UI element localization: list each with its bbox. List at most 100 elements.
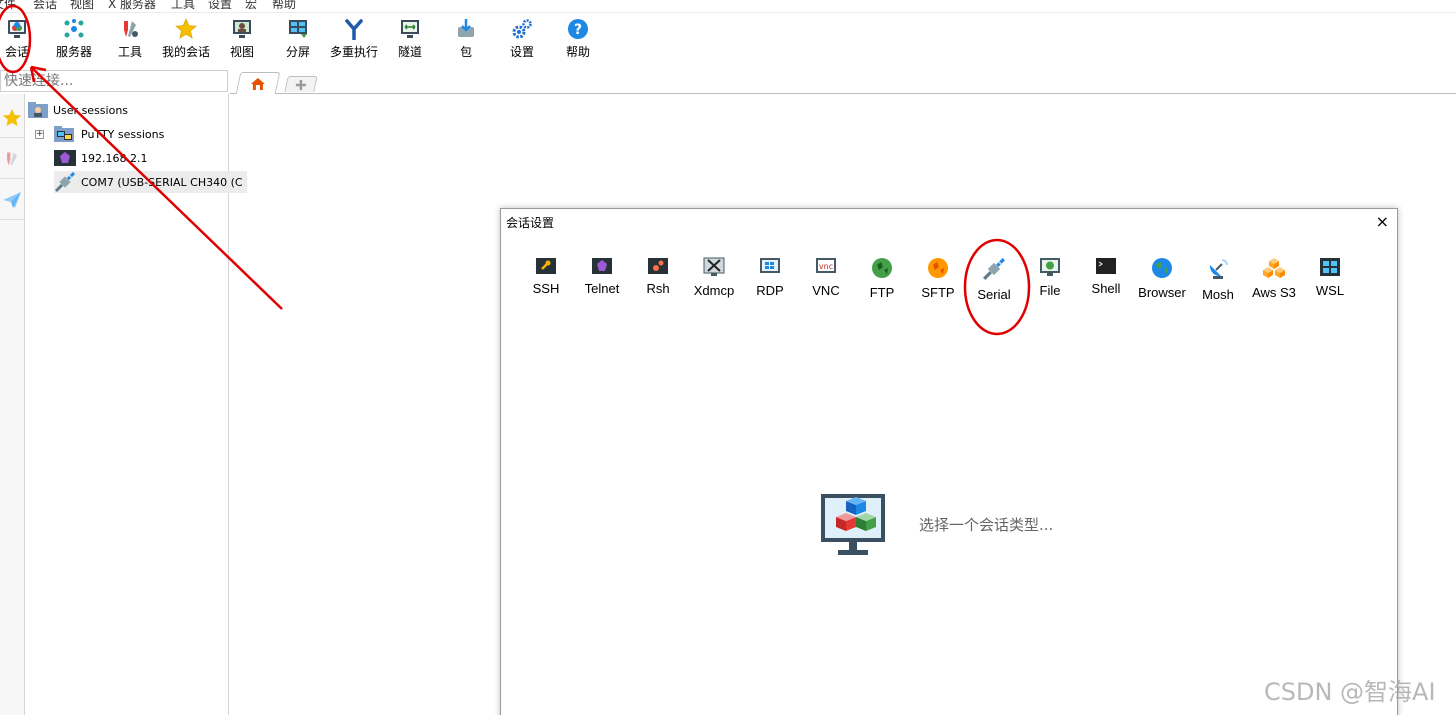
sftp-icon [928,258,948,278]
dialog-close-button[interactable]: × [1376,212,1389,231]
tree-expander[interactable]: + [35,130,44,139]
vnc-icon: vnc [816,258,836,273]
tree-item-label: PuTTY sessions [81,127,165,141]
home-icon [250,77,265,90]
session-type-placeholder-icon [821,494,885,555]
servers-label: 服务器 [55,45,92,59]
telnet-icon [592,258,612,274]
view-icon [233,20,251,38]
session-type-sftp[interactable]: SFTP [910,257,966,307]
session-type-xdmcp[interactable]: Xdmcp [686,257,742,307]
sidebar-tab-tools[interactable] [0,139,24,179]
session-button[interactable]: 会话 [0,16,45,64]
menu-settings[interactable]: 设置 [208,0,232,12]
new-tab-button[interactable] [284,76,318,92]
session-type-ssh[interactable]: SSH [518,257,574,307]
tunnel-button[interactable]: 隧道 [382,16,438,64]
session-type-wsl[interactable]: WSL [1302,257,1358,307]
side-tab-bar [0,94,25,715]
session-type-label: Rsh [646,281,670,296]
session-type-label: Aws S3 [1252,285,1296,300]
split-icon [289,20,307,38]
sidebar-tab-sftp[interactable] [0,180,24,220]
menu-macros[interactable]: 宏 [245,0,257,12]
tab-strip [230,70,1456,94]
view-button[interactable]: 视图 [214,16,270,64]
session-type-label: FTP [869,285,895,300]
putty-folder-icon [54,126,74,142]
rsh-icon [648,258,668,274]
session-type-label: File [1039,283,1061,298]
session-type-label: RDP [756,283,784,298]
svg-text:vnc: vnc [819,262,833,271]
mosh-satellite-icon [1209,259,1228,279]
tree-item-serial-com7[interactable]: COM7 (USB-SERIAL CH340 (C [54,171,247,193]
menu-view[interactable]: 视图 [70,0,94,12]
svg-text:?: ? [574,22,582,38]
wsl-windows-icon [1320,258,1340,276]
quick-connect-input[interactable]: 快速连接... [0,70,228,92]
package-button[interactable]: 包 [438,16,494,64]
package-icon [458,19,474,37]
session-icon [8,20,26,38]
dialog-title: 会话设置 [506,216,555,230]
rdp-icon [760,258,780,273]
menu-help[interactable]: 帮助 [272,0,296,12]
session-type-file[interactable]: File [1022,257,1078,307]
settings-button[interactable]: 设置 [494,16,550,64]
serial-plug-icon [983,258,1005,280]
my-sessions-label: 我的会话 [161,45,210,59]
multiexec-button[interactable]: 多重执行 [326,16,382,64]
menu-xserver[interactable]: X 服务器 [108,0,156,12]
my-sessions-button[interactable]: 我的会话 [158,16,214,64]
session-type-serial[interactable]: Serial [966,257,1022,307]
watermark: CSDN @智海AI [1264,678,1436,706]
user-folder-icon [28,102,48,118]
star-icon [175,18,197,39]
telnet-icon [54,150,76,166]
session-label: 会话 [4,45,29,59]
settings-label: 设置 [509,45,534,59]
tab-home[interactable] [235,72,281,94]
menu-file[interactable]: 文件 [0,0,16,12]
session-type-vnc[interactable]: vnc VNC [798,257,854,307]
session-type-telnet[interactable]: Telnet [574,257,630,307]
session-type-shell[interactable]: Shell [1078,257,1134,307]
tree-root-user-sessions[interactable]: User sessions [28,99,128,121]
main-toolbar: 会话 服务器 工具 我的会话 视图 分屏 多重执行 隧道 包 设置 ? 帮助 [0,13,1456,69]
tools-icon [124,21,138,37]
split-button[interactable]: 分屏 [270,16,326,64]
multiexec-icon [345,19,363,40]
session-type-mosh[interactable]: Mosh [1190,257,1246,307]
session-type-label: Xdmcp [693,283,735,298]
package-label: 包 [459,45,472,59]
tools-label: 工具 [117,45,142,59]
session-type-label: Browser [1138,285,1186,300]
ssh-icon [536,258,556,274]
session-settings-dialog: 会话设置 × SSH Telnet Rsh Xdmcp RDP vnc VNC … [500,208,1398,715]
tree-item-telnet-host[interactable]: 192.168.2.1 [54,147,147,169]
servers-button[interactable]: 服务器 [46,16,102,64]
menu-tools[interactable]: 工具 [171,0,195,12]
session-type-aws-s3[interactable]: Aws S3 [1246,257,1302,307]
plus-icon [295,79,306,90]
tools-button[interactable]: 工具 [102,16,158,64]
sidebar-tab-sessions[interactable] [0,98,24,138]
session-type-label: VNC [812,283,840,298]
session-type-browser[interactable]: Browser [1134,257,1190,307]
help-button[interactable]: ? 帮助 [550,16,606,64]
file-icon [1040,258,1060,276]
split-label: 分屏 [285,45,310,59]
session-type-rdp[interactable]: RDP [742,257,798,307]
session-type-rsh[interactable]: Rsh [630,257,686,307]
menu-sessions[interactable]: 会话 [33,0,57,12]
serial-plug-icon [54,171,76,193]
tree-item-putty-sessions[interactable]: PuTTY sessions [54,123,164,145]
ftp-icon [872,258,892,278]
menu-bar: 文件 会话 视图 X 服务器 工具 设置 宏 帮助 [0,0,1456,13]
paper-plane-icon [3,191,21,208]
session-type-ftp[interactable]: FTP [854,257,910,307]
settings-icon [512,19,532,39]
tunnel-icon [401,20,419,38]
xdmcp-icon [703,257,725,276]
